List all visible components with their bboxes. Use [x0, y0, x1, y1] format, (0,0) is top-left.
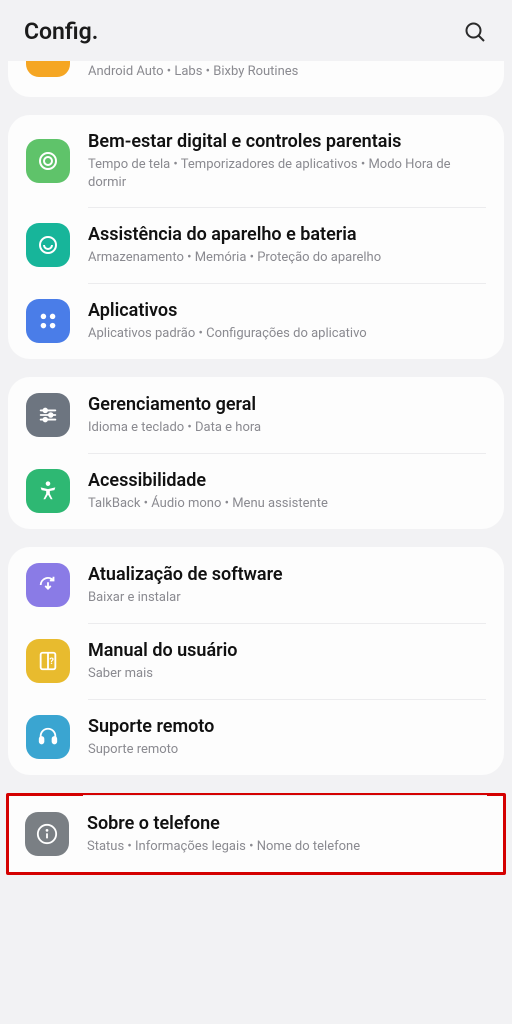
- settings-item-title: Bem-estar digital e controles parentais: [88, 131, 486, 154]
- settings-group: Android Auto • Labs • Bixby Routines: [8, 61, 504, 97]
- wellbeing-icon: [26, 139, 70, 183]
- settings-item-sub: TalkBack • Áudio mono • Menu assistente: [88, 495, 486, 513]
- settings-item-title: Manual do usuário: [88, 640, 486, 663]
- highlight-box: Sobre o telefone Status • Informações le…: [6, 793, 506, 875]
- settings-item-title: Aplicativos: [88, 300, 486, 323]
- general-management-icon: [26, 393, 70, 437]
- android-auto-icon: [26, 61, 70, 77]
- accessibility-icon: [26, 469, 70, 513]
- settings-item-sub: Android Auto • Labs • Bixby Routines: [88, 63, 486, 81]
- settings-item-sub: Idioma e teclado • Data e hora: [88, 419, 486, 437]
- settings-group: Atualização de software Baixar e instala…: [8, 547, 504, 775]
- settings-item-software-update[interactable]: Atualização de software Baixar e instala…: [8, 547, 504, 623]
- settings-item-sub: Armazenamento • Memória • Proteção do ap…: [88, 249, 486, 267]
- settings-item-remote-support[interactable]: Suporte remoto Suporte remoto: [8, 699, 504, 775]
- settings-item-sub: Tempo de tela • Temporizadores de aplica…: [88, 156, 486, 191]
- device-care-icon: [26, 223, 70, 267]
- settings-item-sub: Saber mais: [88, 665, 486, 683]
- apps-icon: [26, 299, 70, 343]
- settings-group: Gerenciamento geral Idioma e teclado • D…: [8, 377, 504, 529]
- settings-item-title: Assistência do aparelho e bateria: [88, 224, 486, 247]
- page-title: Config.: [24, 18, 98, 45]
- settings-item-android-auto[interactable]: Android Auto • Labs • Bixby Routines: [8, 61, 504, 97]
- settings-item-sub: Baixar e instalar: [88, 589, 486, 607]
- svg-text:?: ?: [49, 657, 54, 667]
- settings-item-sub: Suporte remoto: [88, 741, 486, 759]
- settings-item-title: Atualização de software: [88, 564, 486, 587]
- search-button[interactable]: [462, 19, 488, 45]
- settings-item-title: Gerenciamento geral: [88, 394, 486, 417]
- settings-item-title: Sobre o telefone: [87, 813, 487, 836]
- settings-item-apps[interactable]: Aplicativos Aplicativos padrão • Configu…: [8, 283, 504, 359]
- settings-item-title: Suporte remoto: [88, 716, 486, 739]
- remote-support-icon: [26, 715, 70, 759]
- settings-item-user-manual[interactable]: ? Manual do usuário Saber mais: [8, 623, 504, 699]
- user-manual-icon: ?: [26, 639, 70, 683]
- settings-item-sub: Aplicativos padrão • Configurações do ap…: [88, 325, 486, 343]
- settings-item-digital-wellbeing[interactable]: Bem-estar digital e controles parentais …: [8, 115, 504, 208]
- settings-item-about-phone[interactable]: Sobre o telefone Status • Informações le…: [9, 796, 503, 872]
- search-icon: [463, 20, 487, 44]
- settings-item-device-care[interactable]: Assistência do aparelho e bateria Armaze…: [8, 207, 504, 283]
- about-phone-icon: [25, 812, 69, 856]
- settings-item-general-management[interactable]: Gerenciamento geral Idioma e teclado • D…: [8, 377, 504, 453]
- settings-header: Config.: [0, 0, 512, 59]
- settings-item-sub: Status • Informações legais • Nome do te…: [87, 838, 487, 856]
- software-update-icon: [26, 563, 70, 607]
- settings-item-title: Acessibilidade: [88, 470, 486, 493]
- settings-item-accessibility[interactable]: Acessibilidade TalkBack • Áudio mono • M…: [8, 453, 504, 529]
- settings-group: Bem-estar digital e controles parentais …: [8, 115, 504, 360]
